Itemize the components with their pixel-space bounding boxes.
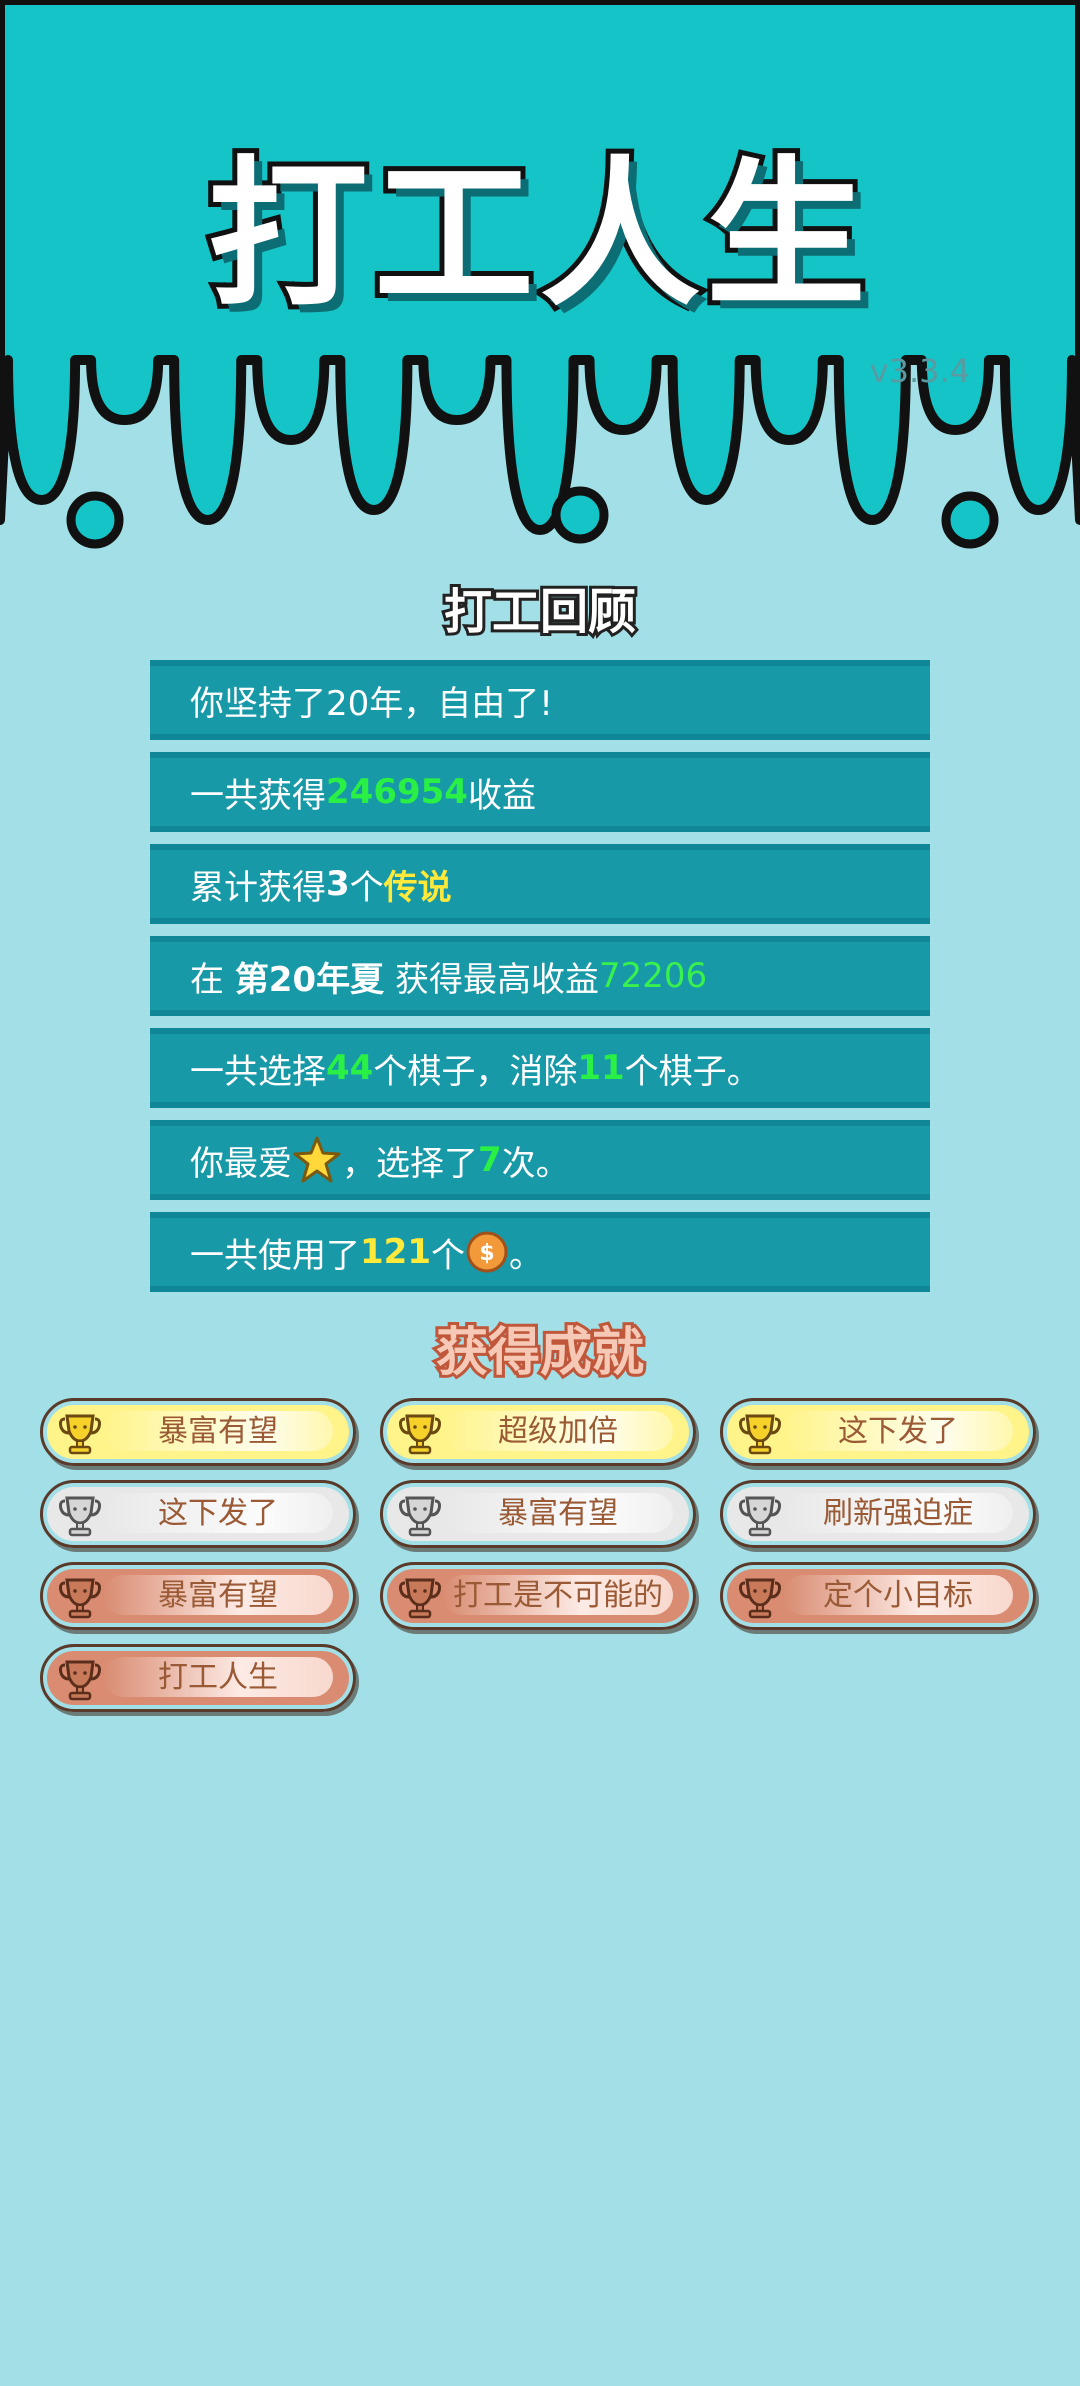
- achievement-label: 暴富有望: [498, 1496, 618, 1531]
- review-list: 你坚持了20年，自由了! 一共获得 246954 收益 累计获得 3 个传说在 第20年夏 …: [150, 660, 930, 1304]
- trophy-icon: [739, 1496, 781, 1537]
- achievement-label: 暴富有望: [158, 1578, 278, 1613]
- drip-drop: [66, 491, 124, 549]
- review-text: 收益: [467, 775, 536, 816]
- review-row: 累计获得 3 个传说: [150, 844, 930, 924]
- review-text: 44: [326, 1048, 374, 1088]
- review-text: 。: [508, 1235, 543, 1276]
- drip-drop: [551, 486, 609, 544]
- trophy-icon: [59, 1496, 101, 1537]
- review-heading: 打工回顾: [441, 581, 639, 643]
- review-text: 你最爱: [190, 1143, 292, 1184]
- review-text: 121: [360, 1232, 431, 1272]
- achievement-badge[interactable]: 这下发了: [40, 1480, 356, 1548]
- achievement-badge[interactable]: 暴富有望: [40, 1562, 356, 1630]
- achievement-label: 打工人生: [158, 1660, 278, 1695]
- trophy-icon: [739, 1578, 781, 1619]
- trophy-icon: [59, 1414, 101, 1455]
- review-text: 个: [349, 867, 384, 908]
- achievement-badge[interactable]: 打工人生: [40, 1644, 356, 1712]
- achievement-label: 这下发了: [838, 1414, 958, 1449]
- achievement-label: 超级加倍: [498, 1414, 618, 1449]
- review-text: 7: [478, 1140, 502, 1180]
- trophy-icon: [399, 1414, 441, 1455]
- star-icon-wrap: [292, 1135, 342, 1185]
- review-text: 传说: [383, 867, 452, 908]
- svg-text:$: $: [479, 1241, 494, 1266]
- review-text: 你坚持了20年，自由了!: [190, 683, 553, 724]
- review-text: 个: [430, 1235, 465, 1276]
- drip-drop: [941, 491, 999, 549]
- header-banner: 打工人生 v3.3.4: [0, 0, 1080, 560]
- review-row: 你坚持了20年，自由了!: [150, 660, 930, 740]
- review-row: 一共使用了 121 个 $ 。: [150, 1212, 930, 1292]
- achievement-label: 这下发了: [158, 1496, 278, 1531]
- review-text: 一共获得: [190, 775, 326, 816]
- trophy-icon: [399, 1578, 441, 1619]
- review-text: 个棋子。: [624, 1051, 761, 1092]
- review-text: 获得最高收益: [384, 959, 599, 1000]
- review-text: 72206: [598, 956, 708, 996]
- trophy-icon: [739, 1414, 781, 1455]
- review-text: 累计获得: [190, 867, 326, 908]
- review-text: ，选择了: [342, 1143, 478, 1184]
- review-row: 一共选择 44 个棋子，消除 11 个棋子。: [150, 1028, 930, 1108]
- achievement-label: 定个小目标: [823, 1578, 973, 1613]
- review-text: 246954: [326, 772, 468, 812]
- achievement-badge[interactable]: 刷新强迫症: [720, 1480, 1036, 1548]
- star-icon: [293, 1136, 341, 1183]
- achievement-badge[interactable]: 定个小目标: [720, 1562, 1036, 1630]
- achievement-label: 刷新强迫症: [823, 1496, 973, 1531]
- review-text: 在: [190, 959, 235, 1000]
- review-text: 一共使用了: [190, 1235, 360, 1276]
- achievement-badge[interactable]: 暴富有望: [40, 1398, 356, 1466]
- review-text: 第20年夏: [234, 959, 385, 1000]
- achievement-label: 暴富有望: [158, 1414, 278, 1449]
- achievements-heading: 获得成就: [433, 1320, 647, 1386]
- version-label: v3.3.4: [869, 352, 970, 390]
- review-row: 你最爱 ，选择了 7 次。: [150, 1120, 930, 1200]
- review-text: 3: [326, 864, 350, 904]
- review-row: 一共获得 246954 收益: [150, 752, 930, 832]
- review-text: 个棋子，消除: [373, 1051, 578, 1092]
- achievement-label: 打工是不可能的: [453, 1578, 663, 1613]
- game-title: 打工人生: [203, 136, 872, 333]
- trophy-icon: [399, 1496, 441, 1537]
- review-text: 次。: [501, 1143, 570, 1184]
- achievement-badge[interactable]: 超级加倍: [380, 1398, 696, 1466]
- review-row: 在 第20年夏 获得最高收益 72206: [150, 936, 930, 1016]
- trophy-icon: [59, 1578, 101, 1619]
- achievement-badge[interactable]: 这下发了: [720, 1398, 1036, 1466]
- coin-icon: $: [466, 1231, 508, 1273]
- trophy-icon: [59, 1660, 101, 1701]
- review-text: 一共选择: [190, 1051, 326, 1092]
- coin-icon-wrap: $: [465, 1230, 509, 1274]
- review-text: 11: [577, 1048, 625, 1088]
- achievement-badge[interactable]: 打工是不可能的: [380, 1562, 696, 1630]
- achievement-badge[interactable]: 暴富有望: [380, 1480, 696, 1548]
